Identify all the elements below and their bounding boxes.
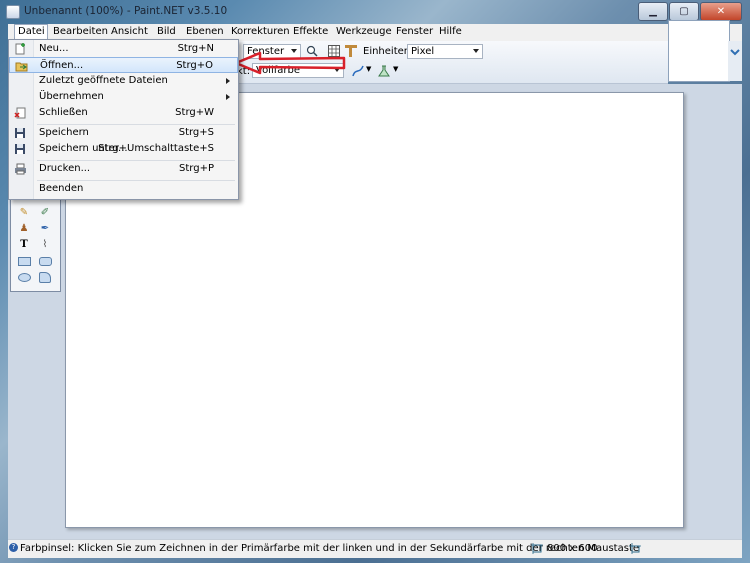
antialiasing-icon[interactable] (352, 65, 364, 77)
ellipse-icon[interactable] (17, 270, 31, 283)
status-bar: ? Farbpinsel: Klicken Sie zum Zeichnen i… (8, 539, 742, 558)
menu-item-shortcut: Strg+N (177, 43, 214, 54)
image-size-icon (531, 543, 543, 554)
menu-item-label: Neu... (39, 43, 69, 54)
recolor-icon[interactable]: ✒ (38, 222, 52, 235)
title-bar: Unbenannt (100%) - Paint.NET v3.5.10 ▁ ▢… (0, 0, 750, 24)
menu-hilfe[interactable]: Hilfe (439, 26, 462, 37)
chevron-down-icon (730, 49, 740, 56)
menu-datei[interactable]: Datei (14, 24, 48, 39)
menu-item-label: Öffnen... (40, 60, 84, 71)
menu-item-label: Speichern (39, 127, 89, 138)
rectangle-icon[interactable] (17, 254, 31, 267)
chevron-down-icon[interactable]: ▼ (366, 65, 371, 73)
units-label: Einheiten: (363, 46, 414, 57)
menu-effekte[interactable]: Effekte (293, 26, 328, 37)
thumbnail-scrollbar[interactable] (728, 41, 742, 81)
menu-ebenen[interactable]: Ebenen (186, 26, 224, 37)
app-icon (6, 5, 20, 19)
menu-item-label: Beenden (39, 183, 84, 194)
menu-item-new[interactable]: Neu... Strg+N (9, 41, 238, 57)
image-size: 800 x 600 (547, 543, 598, 554)
menu-item-label: Drucken... (39, 163, 91, 174)
menu-fenster[interactable]: Fenster (396, 26, 433, 37)
print-icon (15, 163, 26, 175)
submenu-arrow-icon (226, 78, 230, 84)
clone-stamp-icon[interactable]: ♟ (17, 222, 31, 235)
chevron-down-icon (473, 49, 479, 53)
save-as-icon (15, 144, 25, 154)
text-icon[interactable]: T (17, 238, 31, 251)
chevron-down-icon[interactable]: ▼ (393, 65, 398, 73)
annotation-arrow (234, 51, 346, 75)
window-title: Unbenannt (100%) - Paint.NET v3.5.10 (24, 5, 228, 17)
menu-werkzeuge[interactable]: Werkzeuge (336, 26, 392, 37)
freeform-shape-icon[interactable] (38, 270, 52, 283)
menu-item-shortcut: Strg+Umschalttaste+S (98, 143, 214, 154)
menu-item-shortcut: Strg+W (175, 107, 214, 118)
submenu-arrow-icon (226, 94, 230, 100)
open-folder-icon (15, 62, 28, 72)
units-combo-value: Pixel (411, 46, 435, 57)
menu-item-label: Schließen (39, 107, 88, 118)
close-button[interactable]: ✕ (700, 2, 742, 21)
menu-item-label: Übernehmen (39, 91, 104, 102)
menu-item-shortcut: Strg+O (176, 60, 213, 71)
info-icon: ? (9, 543, 18, 552)
save-icon (15, 128, 25, 138)
window-controls: ▁ ▢ ✕ (638, 2, 742, 21)
line-curve-icon[interactable]: ⌇ (38, 238, 52, 251)
minimize-button[interactable]: ▁ (638, 2, 668, 21)
menu-item-shortcut: Strg+S (178, 127, 214, 138)
paintnet-window: Unbenannt (100%) - Paint.NET v3.5.10 ▁ ▢… (0, 0, 750, 563)
new-document-icon (15, 43, 25, 55)
paintbrush-icon[interactable]: ✎ (17, 206, 31, 219)
rounded-rectangle-icon[interactable] (38, 254, 52, 267)
cursor-position-icon (629, 543, 641, 554)
menu-item-open[interactable]: Öffnen... Strg+O (9, 57, 238, 73)
menu-bearbeiten[interactable]: Bearbeiten (53, 26, 108, 37)
menu-item-save-as[interactable]: Speichern unter... Strg+Umschalttaste+S (9, 141, 238, 157)
menu-item-close[interactable]: Schließen Strg+W (9, 105, 238, 121)
menu-item-exit[interactable]: Beenden (9, 181, 238, 197)
maximize-button[interactable]: ▢ (669, 2, 699, 21)
units-combo[interactable]: Pixel (407, 44, 483, 59)
blend-mode-icon[interactable] (378, 65, 390, 77)
menu-item-acquire[interactable]: Übernehmen (9, 89, 238, 105)
pencil-icon[interactable]: ✐ (38, 206, 52, 219)
menu-korrekturen[interactable]: Korrekturen (231, 26, 290, 37)
menu-item-save[interactable]: Speichern Strg+S (9, 125, 238, 141)
menu-item-label: Zuletzt geöffnete Dateien (39, 75, 168, 86)
tools-panel: ✎ ✐ ♟ ✒ T ⌇ (10, 190, 61, 292)
image-thumbnail[interactable] (668, 20, 730, 82)
file-menu-dropdown: Neu... Strg+N Öffnen... Strg+O Zuletzt g… (8, 39, 239, 200)
menu-item-recent-files[interactable]: Zuletzt geöffnete Dateien (9, 73, 238, 89)
close-document-icon (14, 107, 26, 119)
menu-bild[interactable]: Bild (157, 26, 176, 37)
menu-ansicht[interactable]: Ansicht (111, 26, 148, 37)
menu-item-print[interactable]: Drucken... Strg+P (9, 161, 238, 177)
menu-item-shortcut: Strg+P (179, 163, 214, 174)
